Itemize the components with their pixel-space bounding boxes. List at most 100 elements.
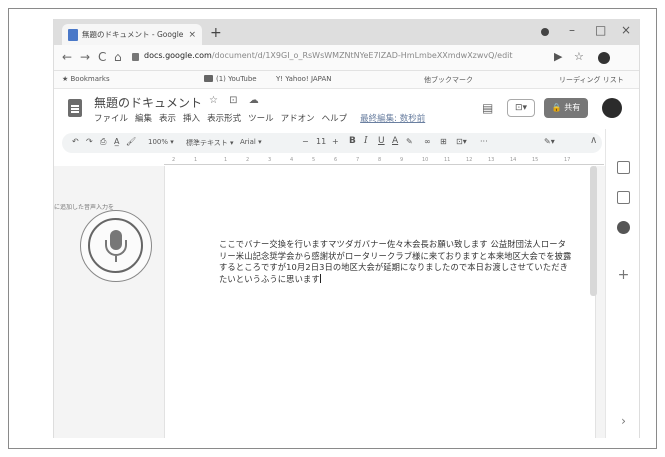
ruler-tick: 14	[510, 157, 517, 163]
title-icons[interactable]: ☆ ⊡ ☁	[209, 95, 263, 106]
microphone-stand-icon	[105, 240, 127, 256]
maximize-button[interactable]: □	[595, 23, 606, 37]
address-bar-row: ← → C ⌂ docs.google.com/document/d/1X9GI…	[54, 45, 639, 71]
tab-title: 無題のドキュメント - Google ドキュ	[82, 30, 184, 39]
microphone-foot-icon	[115, 256, 117, 262]
menu-addons[interactable]: アドオン	[281, 112, 315, 124]
document-body[interactable]: ここでバナー交換を行いますマツダガバナー佐々木会長お願い致します 公益財団法人ロ…	[219, 239, 574, 285]
ruler-tick: 12	[466, 157, 473, 163]
menu-view[interactable]: 表示	[159, 112, 176, 124]
comment-history-icon[interactable]: ▤	[482, 101, 493, 115]
voice-typing-button[interactable]	[80, 210, 152, 282]
ruler-tick: 4	[290, 157, 294, 163]
add-addon-icon[interactable]: +	[617, 268, 630, 282]
reload-button[interactable]: C	[98, 50, 106, 64]
ruler-tick: 7	[356, 157, 360, 163]
lock-icon[interactable]	[132, 53, 139, 61]
image-icon[interactable]: ⊡▾	[456, 137, 467, 146]
docs-favicon-icon	[68, 28, 78, 41]
ruler-tick: 11	[444, 157, 451, 163]
url-field[interactable]: docs.google.com/document/d/1X9GI_o_RsWsW…	[144, 51, 513, 60]
paint-format-icon[interactable]: 🖌	[126, 137, 136, 146]
menu-file[interactable]: ファイル	[94, 112, 128, 124]
ruler-tick: 8	[378, 157, 382, 163]
youtube-icon	[204, 75, 213, 82]
tab-docs[interactable]: 無題のドキュメント - Google ドキュ ×	[62, 24, 202, 45]
docs-logo-icon[interactable]	[68, 99, 82, 117]
ruler-tick: 13	[488, 157, 495, 163]
ruler[interactable]: 2 1 1 2 3 4 5 6 7 8 9 10 11 12 13 14 15 …	[164, 155, 604, 165]
forward-button[interactable]: →	[80, 50, 90, 64]
collapse-menu-icon[interactable]: ∧	[590, 135, 597, 146]
undo-icon[interactable]: ↶	[72, 137, 79, 146]
url-path: /document/d/1X9GI_o_RsWsWMZNtNYeE7lZAD-H…	[211, 51, 513, 60]
italic-button[interactable]: I	[364, 136, 368, 146]
font-size-increase[interactable]: +	[332, 137, 339, 146]
edit-mode-icon[interactable]: ✎▾	[544, 137, 555, 146]
expand-panel-icon[interactable]: ›	[617, 414, 630, 428]
menu-tools[interactable]: ツール	[248, 112, 274, 124]
star-icon[interactable]: ☆	[574, 50, 584, 63]
extension-avatar[interactable]	[598, 52, 610, 64]
body-text: ここでバナー交換を行いますマツダガバナー佐々木会長お願い致します 公益財団法人ロ…	[219, 239, 572, 284]
close-window-button[interactable]: ×	[621, 23, 631, 37]
cast-icon[interactable]: ▶	[554, 50, 562, 63]
bookmarks-bar: ★ Bookmarks (1) YouTube Y! Yahoo! JAPAN …	[54, 71, 639, 89]
ruler-tick: 2	[172, 157, 176, 163]
bookmark-reading-list[interactable]: リーディング リスト	[559, 75, 624, 85]
ruler-tick: 17	[564, 157, 571, 163]
last-edit-link[interactable]: 最終編集: 数秒前	[360, 112, 425, 124]
text-color-button[interactable]: A	[392, 136, 398, 146]
minimize-button[interactable]: –	[569, 23, 575, 37]
more-icon[interactable]: ···	[480, 137, 488, 146]
zoom-select[interactable]: 100% ▾	[148, 138, 174, 146]
tasks-icon[interactable]	[617, 221, 630, 234]
bookmark-youtube-label: (1) YouTube	[216, 75, 257, 83]
back-button[interactable]: ←	[62, 50, 72, 64]
ruler-tick: 1	[224, 157, 228, 163]
bold-button[interactable]: B	[349, 136, 356, 146]
ruler-tick: 2	[246, 157, 250, 163]
share-button[interactable]: 🔒 共有	[544, 98, 588, 118]
menu-format[interactable]: 表示形式	[207, 112, 241, 124]
document-page[interactable]: ここでバナー交換を行いますマツダガバナー佐々木会長お願い致します 公益財団法人ロ…	[164, 166, 596, 438]
highlight-icon[interactable]: ✎	[406, 137, 413, 146]
text-cursor	[319, 273, 321, 283]
style-select[interactable]: 標準テキスト ▾	[186, 138, 234, 148]
tab-bar: 無題のドキュメント - Google ドキュ × + – □ ×	[54, 19, 639, 45]
side-panel: + ›	[605, 129, 639, 438]
font-select[interactable]: Arial ▾	[240, 138, 262, 146]
mic-ring	[88, 218, 143, 273]
ruler-tick: 6	[334, 157, 338, 163]
ruler-tick: 9	[400, 157, 404, 163]
font-size-decrease[interactable]: −	[302, 137, 309, 146]
menu-help[interactable]: ヘルプ	[322, 112, 348, 124]
comment-icon[interactable]: ⊞	[440, 137, 447, 146]
font-size-input[interactable]: 11	[316, 137, 326, 146]
tab-close-icon[interactable]: ×	[188, 30, 196, 40]
ruler-tick: 15	[532, 157, 539, 163]
profile-icon[interactable]	[541, 28, 549, 36]
redo-icon[interactable]: ↷	[86, 137, 93, 146]
link-icon[interactable]: ∞	[424, 137, 431, 146]
calendar-icon[interactable]	[617, 161, 630, 174]
menu-edit[interactable]: 編集	[135, 112, 152, 124]
underline-button[interactable]: U	[378, 136, 385, 146]
new-tab-button[interactable]: +	[210, 25, 222, 41]
bookmark-other[interactable]: 他ブックマーク	[424, 75, 473, 85]
vertical-scrollbar[interactable]	[590, 166, 597, 296]
bookmark-youtube[interactable]: (1) YouTube	[204, 75, 257, 83]
spellcheck-icon[interactable]: A̲	[114, 137, 119, 146]
docs-header: 無題のドキュメント ☆ ⊡ ☁ ファイル 編集 表示 挿入 表示形式 ツール ア…	[54, 89, 639, 133]
menu-insert[interactable]: 挿入	[183, 112, 200, 124]
bookmarks-item[interactable]: ★ Bookmarks	[62, 75, 110, 83]
keep-icon[interactable]	[617, 191, 630, 204]
bookmark-yahoo[interactable]: Y! Yahoo! JAPAN	[276, 75, 331, 83]
home-button[interactable]: ⌂	[114, 50, 122, 64]
print-icon[interactable]: ⎙	[100, 137, 106, 147]
document-title[interactable]: 無題のドキュメント	[94, 94, 202, 111]
present-button[interactable]: ⊡▾	[507, 99, 535, 117]
ruler-tick: 1	[194, 157, 198, 163]
ruler-tick: 5	[312, 157, 316, 163]
account-avatar[interactable]	[602, 98, 622, 118]
